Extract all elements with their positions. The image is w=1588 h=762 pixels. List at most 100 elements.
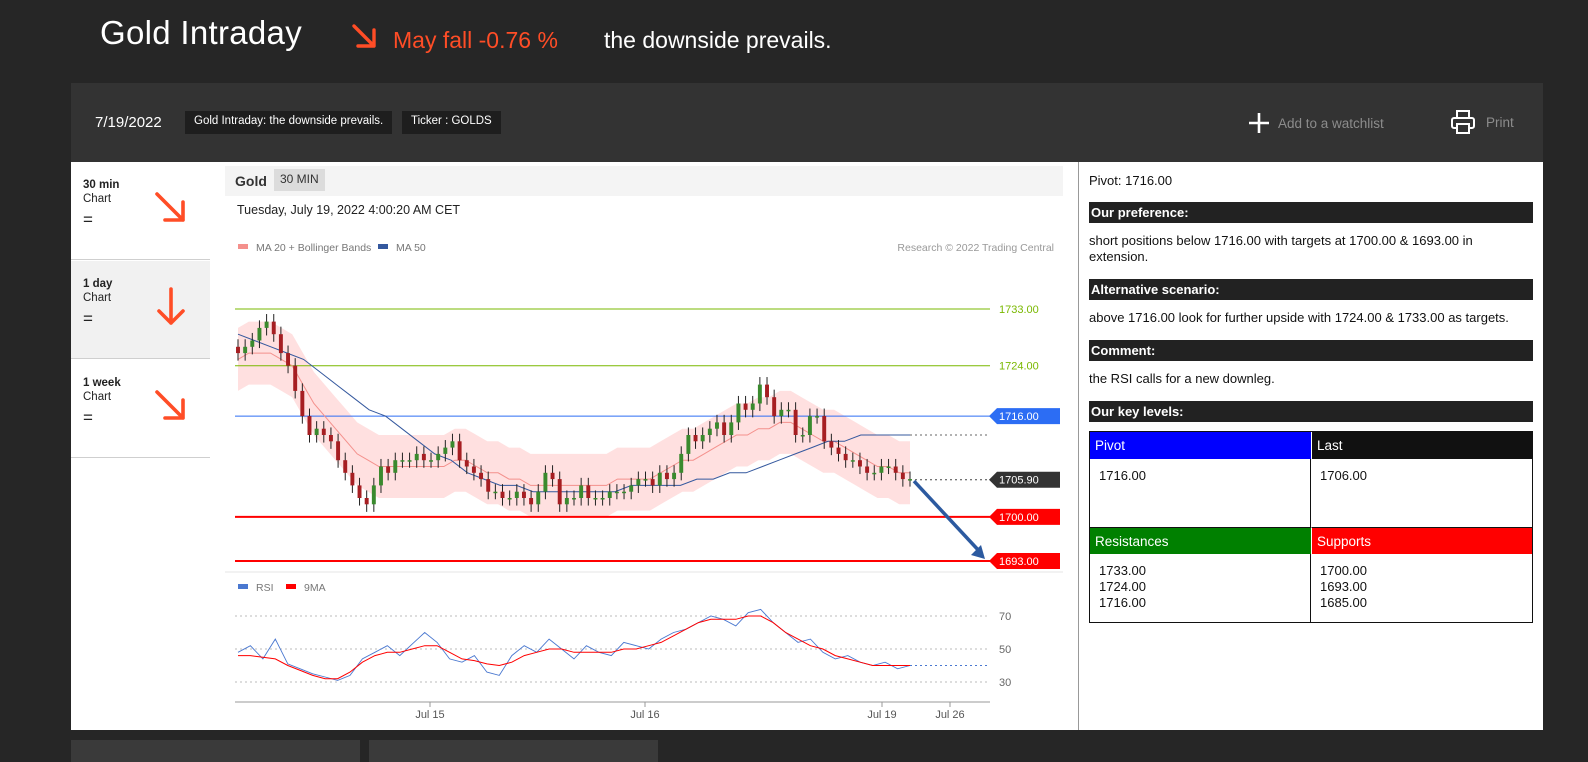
rsi-tick-label: 70 bbox=[999, 611, 1011, 623]
legend-swatch bbox=[378, 244, 388, 249]
level-label: 1716.00 bbox=[999, 411, 1039, 423]
legend-label: 9MA bbox=[304, 582, 326, 594]
price-chart[interactable]: MA 20 + Bollinger Bands MA 50 Research © 2… bbox=[210, 162, 1078, 730]
candle-body bbox=[343, 460, 348, 473]
candle-body bbox=[336, 441, 341, 461]
print-label: Print bbox=[1486, 114, 1514, 130]
forecast-arrow-head bbox=[971, 545, 985, 559]
candle-body bbox=[543, 472, 548, 492]
candle-body bbox=[386, 466, 391, 473]
candle-body bbox=[836, 447, 841, 454]
candle-body bbox=[321, 428, 326, 435]
level-label: 1700.00 bbox=[999, 512, 1039, 524]
candle-body bbox=[243, 346, 248, 354]
candle-body bbox=[857, 460, 862, 467]
candle-body bbox=[379, 466, 383, 486]
fall-percentage: May fall -0.76 % bbox=[393, 27, 558, 53]
instrument-name: Gold bbox=[235, 173, 267, 189]
candle-body bbox=[550, 472, 555, 480]
candle-body bbox=[614, 491, 619, 494]
arrow-down-right-icon bbox=[155, 192, 185, 222]
candle-body bbox=[557, 479, 562, 505]
analysis-date: 7/19/2022 bbox=[95, 114, 162, 131]
legend-label: RSI bbox=[256, 582, 274, 594]
level-label: 1724.00 bbox=[999, 361, 1039, 373]
candle-body bbox=[271, 321, 276, 335]
arrow-down-right-icon bbox=[352, 24, 376, 48]
candle-body bbox=[815, 416, 820, 418]
candle-body bbox=[664, 472, 669, 480]
sidebar-item-1day[interactable]: 1 day Chart = bbox=[71, 261, 210, 359]
candle-body bbox=[900, 472, 905, 480]
candle-body bbox=[414, 453, 419, 461]
candle-body bbox=[879, 466, 884, 473]
toolbar: 7/19/2022 Gold Intraday: the downside pr… bbox=[71, 83, 1543, 162]
candle-body bbox=[786, 409, 791, 412]
add-to-watchlist-button[interactable]: Add to a watchlist bbox=[1248, 109, 1384, 137]
level-label: 1693.00 bbox=[999, 556, 1039, 568]
key-levels-table: Pivot Last 1716.00 1706.00 Resistances S… bbox=[1089, 431, 1533, 623]
candle-body bbox=[672, 472, 677, 480]
candle-body bbox=[679, 453, 684, 473]
x-tick-label: Jul 19 bbox=[867, 709, 896, 721]
candle-body bbox=[843, 453, 848, 461]
candle-body bbox=[586, 485, 591, 498]
candle-body bbox=[722, 422, 727, 435]
candle-body bbox=[629, 485, 634, 492]
page-title: Gold Intraday bbox=[100, 14, 303, 51]
resistances-list: 1733.00 1724.00 1716.00 bbox=[1090, 554, 1311, 622]
candle-body bbox=[643, 479, 648, 481]
watchlist-label: Add to a watchlist bbox=[1278, 115, 1384, 131]
candle-body bbox=[636, 479, 641, 486]
candle-body bbox=[536, 491, 541, 505]
candle-body bbox=[314, 428, 319, 435]
alternative-text: above 1716.00 look for further upside wi… bbox=[1089, 310, 1509, 325]
rsi-ma-line bbox=[238, 615, 910, 680]
footer-tab[interactable] bbox=[369, 740, 658, 762]
preference-heading: Our preference: bbox=[1089, 202, 1533, 223]
chart-credit: Research © 2022 Trading Central bbox=[897, 242, 1054, 254]
candle-body bbox=[307, 416, 312, 435]
candle-body bbox=[765, 384, 769, 398]
candle-body bbox=[300, 390, 305, 417]
candle-body bbox=[293, 365, 298, 391]
chart-title-bar: Gold 30 MIN bbox=[225, 166, 1063, 196]
candle-body bbox=[278, 334, 283, 354]
sidebar-item-1week[interactable]: 1 week Chart = bbox=[71, 360, 210, 458]
arrow-down-right-icon bbox=[155, 390, 185, 420]
ticker-tag: Ticker : GOLDS bbox=[402, 111, 501, 134]
candle-body bbox=[443, 447, 448, 454]
candle-body bbox=[507, 498, 512, 500]
support-value: 1685.00 bbox=[1320, 595, 1367, 610]
sidebar-item-30min[interactable]: 30 min Chart = bbox=[71, 162, 210, 260]
candle-body bbox=[650, 479, 655, 486]
rsi-tick-label: 50 bbox=[999, 644, 1011, 656]
footer-tab[interactable] bbox=[71, 740, 360, 762]
resistance-value: 1733.00 bbox=[1099, 563, 1146, 578]
price-chart-panel: MA 20 + Bollinger Bands MA 50 Research © 2… bbox=[210, 162, 1078, 730]
pivot-header: Pivot bbox=[1090, 432, 1311, 459]
candle-body bbox=[493, 491, 498, 494]
candle-body bbox=[736, 403, 741, 423]
chart-link-label: Chart bbox=[83, 391, 112, 403]
level-label: 1705.90 bbox=[999, 475, 1039, 487]
candle-body bbox=[479, 472, 484, 480]
title-tag: Gold Intraday: the downside prevails. bbox=[185, 111, 393, 134]
candle-body bbox=[486, 479, 491, 492]
candle-body bbox=[286, 353, 291, 366]
candle-body bbox=[850, 460, 855, 462]
candle-body bbox=[250, 340, 255, 347]
preference-text: short positions below 1716.00 with targe… bbox=[1089, 233, 1473, 264]
chart-link-label: Chart bbox=[83, 193, 112, 205]
support-value: 1693.00 bbox=[1320, 579, 1367, 594]
candle-body bbox=[693, 435, 698, 442]
chart-link-label: Chart bbox=[83, 292, 112, 304]
candle-body bbox=[743, 403, 748, 410]
candle-body bbox=[822, 416, 827, 442]
candle-body bbox=[236, 346, 240, 354]
legend-swatch bbox=[238, 584, 248, 589]
print-button[interactable]: Print bbox=[1450, 107, 1514, 137]
candle-body bbox=[772, 397, 777, 417]
candle-body bbox=[600, 498, 605, 500]
candle-body bbox=[908, 479, 912, 481]
